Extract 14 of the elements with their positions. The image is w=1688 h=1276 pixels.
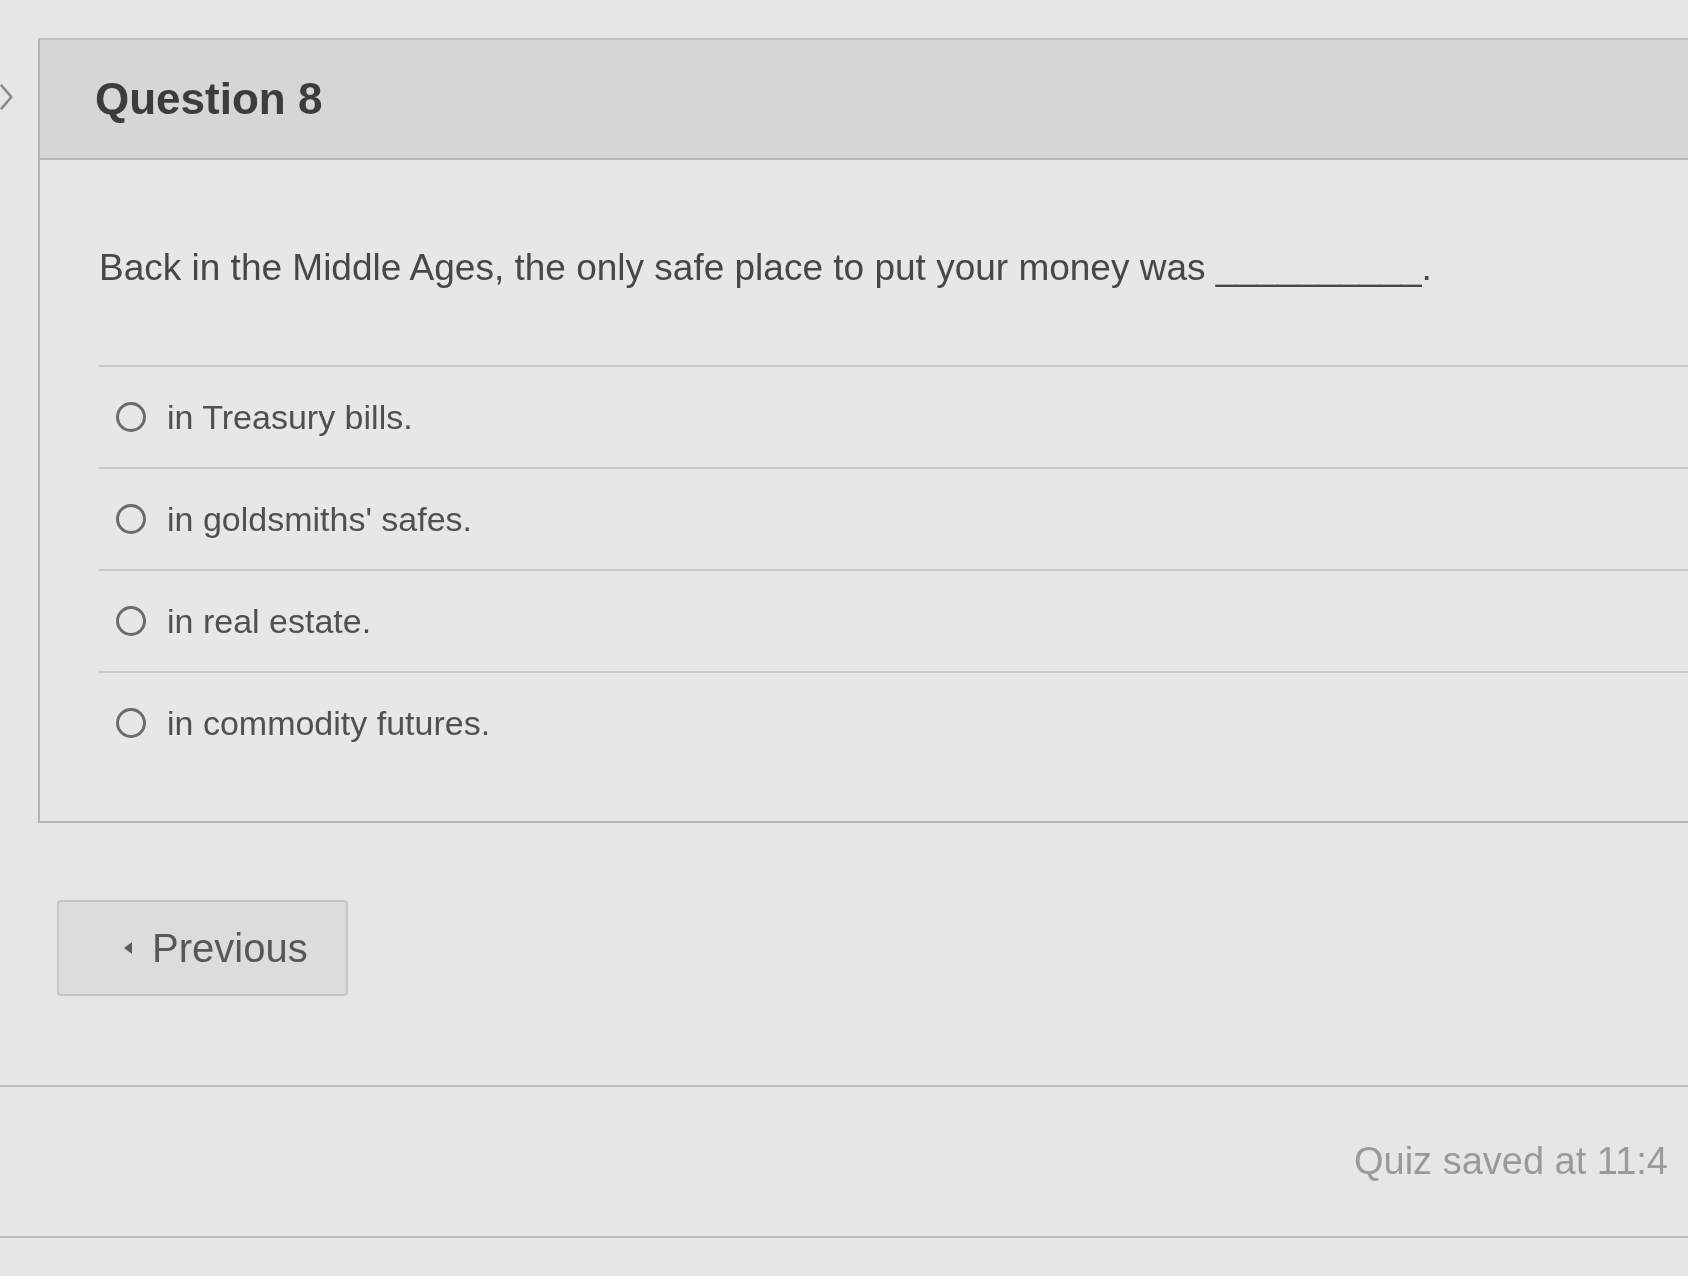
answer-option[interactable]: in goldsmiths' safes. [99, 467, 1688, 569]
answer-option[interactable]: in Treasury bills. [99, 365, 1688, 467]
question-text: Back in the Middle Ages, the only safe place to put your money was __________. [99, 246, 1433, 290]
chevron-right-icon[interactable] [0, 82, 14, 112]
answer-option[interactable]: in commodity futures. [99, 671, 1688, 773]
radio-button[interactable] [115, 605, 147, 637]
caret-left-icon [124, 942, 132, 954]
radio-button[interactable] [115, 707, 147, 739]
question-title: Question 8 [95, 74, 323, 124]
radio-button[interactable] [115, 401, 147, 433]
radio-button[interactable] [115, 503, 147, 535]
answer-option[interactable]: in real estate. [99, 569, 1688, 671]
save-status: Quiz saved at 11:4 [1353, 1140, 1668, 1183]
previous-button[interactable]: Previous [57, 900, 348, 996]
